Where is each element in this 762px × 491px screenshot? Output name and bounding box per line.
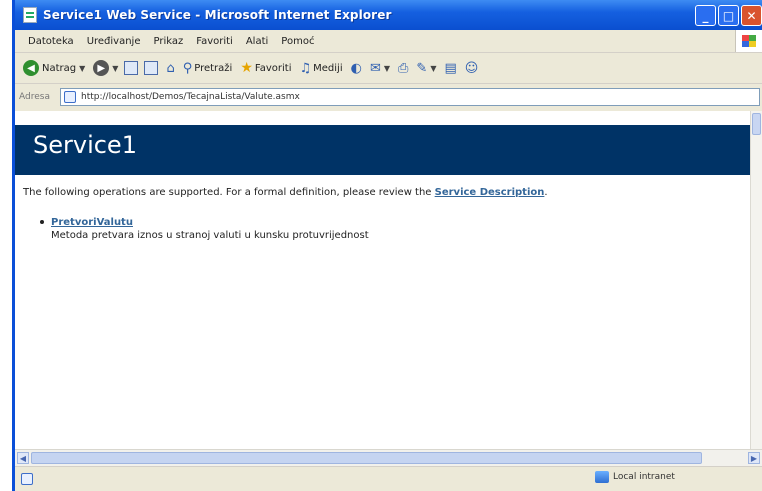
operation-description: Metoda pretvara iznos u stranoj valuti u… <box>51 230 369 241</box>
menu-tools[interactable]: Alati <box>246 36 268 47</box>
forward-button[interactable]: ▶ ▼ <box>93 60 118 76</box>
media-icon: ♫ <box>299 60 312 76</box>
search-icon: ⚲ <box>182 60 193 76</box>
app-icon <box>23 7 37 23</box>
address-input[interactable]: http://localhost/Demos/TecajnaLista/Valu… <box>60 88 760 106</box>
address-bar: Adresa http://localhost/Demos/TecajnaLis… <box>15 84 762 110</box>
bullet-icon <box>40 220 44 224</box>
operation-link[interactable]: PretvoriValutu <box>51 217 369 228</box>
scroll-right-icon[interactable]: ▶ <box>748 452 760 464</box>
stop-icon[interactable] <box>124 61 139 75</box>
horizontal-scrollbar[interactable]: ◀ ▶ <box>15 449 762 466</box>
favorites-label: Favoriti <box>254 62 292 74</box>
page-icon <box>64 91 76 103</box>
vertical-scrollbar[interactable] <box>750 111 762 449</box>
back-button[interactable]: ◀ Natrag ▼ <box>23 60 85 76</box>
intro-text: The following operations are supported. … <box>23 187 435 198</box>
menu-help[interactable]: Pomoć <box>281 36 314 47</box>
menu-edit[interactable]: Uređivanje <box>87 36 141 47</box>
print-icon: ⎙ <box>398 60 409 76</box>
discuss-icon: ▤ <box>444 60 457 76</box>
mail-icon: ✉ <box>369 60 381 76</box>
menu-file[interactable]: Datoteka <box>28 36 74 47</box>
intranet-icon <box>595 471 609 483</box>
zone-label: Local intranet <box>613 472 675 482</box>
messenger-button[interactable]: ☺ <box>465 61 479 76</box>
intro-paragraph: The following operations are supported. … <box>23 187 548 198</box>
search-button[interactable]: ⚲ Pretraži <box>183 61 233 76</box>
history-button[interactable]: ◐ <box>351 61 362 76</box>
star-icon: ★ <box>240 60 253 76</box>
edit-button[interactable]: ✎ ▼ <box>416 61 436 76</box>
refresh-icon[interactable] <box>144 61 159 75</box>
messenger-icon: ☺ <box>464 60 479 76</box>
scroll-left-icon[interactable]: ◀ <box>17 452 29 464</box>
window-title: Service1 Web Service - Microsoft Interne… <box>43 8 392 22</box>
back-label: Natrag <box>42 62 77 74</box>
title-bar[interactable]: Service1 Web Service - Microsoft Interne… <box>15 0 762 30</box>
favorites-button[interactable]: ★ Favoriti <box>240 60 291 76</box>
chevron-down-icon: ▼ <box>383 63 391 73</box>
address-url: http://localhost/Demos/TecajnaLista/Valu… <box>81 92 300 102</box>
browser-window: Service1 Web Service - Microsoft Interne… <box>12 0 762 491</box>
window-controls: _ □ ✕ <box>695 5 762 26</box>
security-zone[interactable]: Local intranet <box>595 471 675 483</box>
close-button[interactable]: ✕ <box>741 5 762 26</box>
vertical-scroll-thumb[interactable] <box>752 113 761 135</box>
toolbar: ◀ Natrag ▼ ▶ ▼ ⌂ ⚲ Pretraži ★ Favoriti ♫… <box>15 53 762 84</box>
service-description-link[interactable]: Service Description <box>435 187 545 198</box>
status-bar: Local intranet <box>15 466 762 491</box>
forward-arrow-icon: ▶ <box>93 60 110 76</box>
chevron-down-icon: ▼ <box>430 63 437 73</box>
chevron-down-icon: ▼ <box>79 63 86 73</box>
menu-favorites[interactable]: Favoriti <box>196 36 233 47</box>
home-icon: ⌂ <box>166 60 175 76</box>
back-arrow-icon: ◀ <box>23 60 39 76</box>
menu-view[interactable]: Prikaz <box>154 36 184 47</box>
menu-bar: Datoteka Uređivanje Prikaz Favoriti Alat… <box>15 30 762 53</box>
edit-icon: ✎ <box>416 60 428 76</box>
history-icon: ◐ <box>350 60 362 76</box>
intro-end: . <box>544 187 548 198</box>
list-item: PretvoriValutu Metoda pretvara iznos u s… <box>40 217 369 241</box>
windows-flag-icon <box>742 35 756 47</box>
print-button[interactable]: ⎙ <box>398 61 408 76</box>
horizontal-scroll-thumb[interactable] <box>31 452 702 464</box>
windows-logo <box>735 30 762 52</box>
media-label: Mediji <box>313 62 343 74</box>
search-label: Pretraži <box>194 62 233 74</box>
minimize-button[interactable]: _ <box>695 5 716 26</box>
media-button[interactable]: ♫ Mediji <box>299 61 342 76</box>
address-label: Adresa <box>19 92 50 102</box>
maximize-button[interactable]: □ <box>718 5 739 26</box>
heading-banner: Service1 <box>15 125 750 175</box>
page-content: Service1 The following operations are su… <box>15 111 750 449</box>
done-page-icon <box>21 473 33 485</box>
home-button[interactable]: ⌂ <box>166 61 174 76</box>
discuss-button[interactable]: ▤ <box>444 61 456 76</box>
page-title: Service1 <box>33 131 137 159</box>
chevron-down-icon: ▼ <box>112 63 119 73</box>
mail-button[interactable]: ✉ ▼ <box>370 61 390 76</box>
operations-list: PretvoriValutu Metoda pretvara iznos u s… <box>40 217 369 241</box>
